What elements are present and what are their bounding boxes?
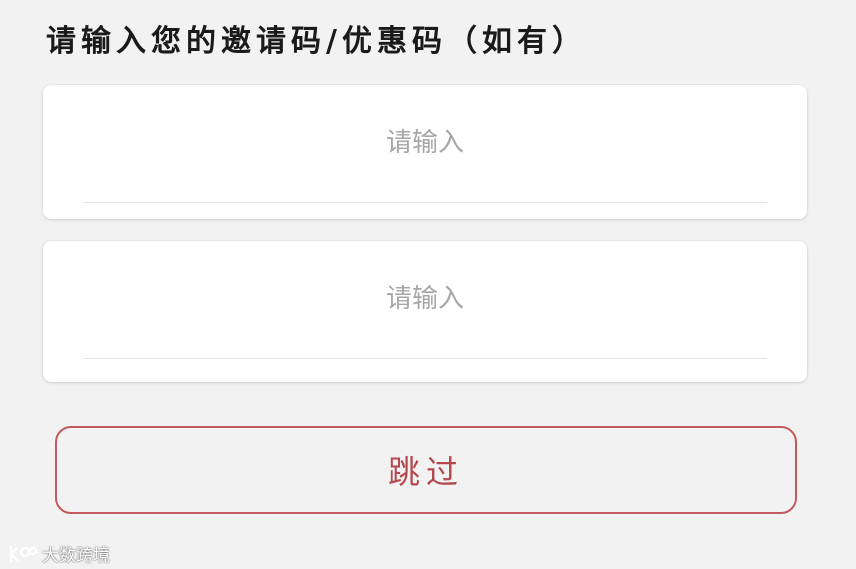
watermark-text: 大数跨境 xyxy=(42,546,110,566)
skip-button[interactable]: 跳过 xyxy=(55,426,797,514)
input-underline xyxy=(83,202,767,203)
watermark: 大数跨境 xyxy=(8,541,110,566)
coupon-code-input[interactable] xyxy=(83,279,767,319)
coupon-code-card xyxy=(43,241,807,382)
page-title: 请输入您的邀请码/优惠码（如有） xyxy=(46,24,587,59)
invite-code-input[interactable] xyxy=(83,123,767,163)
invite-code-card xyxy=(43,85,807,219)
watermark-logo-icon xyxy=(8,544,38,564)
input-underline xyxy=(83,358,767,359)
